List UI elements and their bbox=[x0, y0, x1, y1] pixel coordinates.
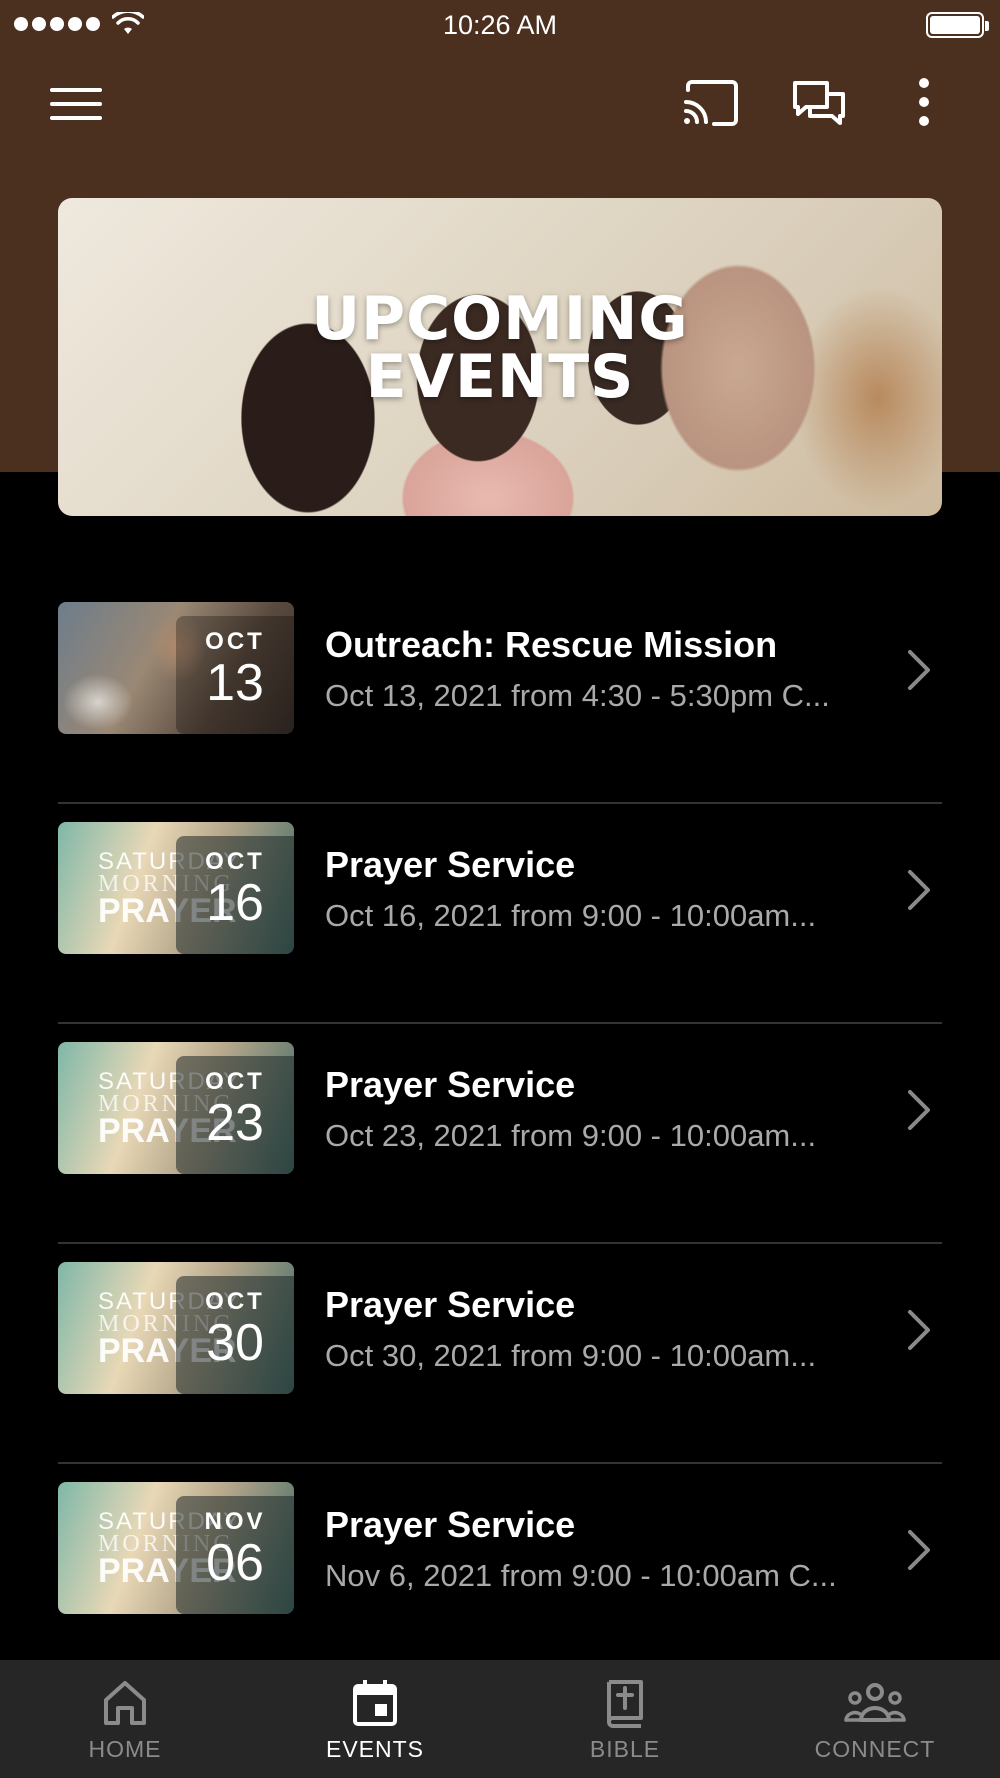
cast-button[interactable] bbox=[678, 76, 744, 130]
event-row[interactable]: SATURDAY MORNING PRAYER OCT 16 Prayer Se… bbox=[58, 804, 942, 1024]
banner-title-line2: EVENTS bbox=[365, 342, 635, 412]
date-day: 16 bbox=[206, 874, 264, 932]
chevron-right-icon bbox=[908, 1310, 930, 1350]
event-row[interactable]: SATURDAY MORNING PRAYER OCT 30 Prayer Se… bbox=[58, 1244, 942, 1464]
tab-events[interactable]: EVENTS bbox=[250, 1660, 500, 1778]
event-title: Prayer Service bbox=[325, 1284, 576, 1325]
date-month: OCT bbox=[205, 1288, 265, 1315]
chat-bubbles-icon bbox=[793, 81, 845, 125]
more-vertical-icon bbox=[919, 78, 929, 126]
battery-icon bbox=[926, 12, 989, 38]
event-row[interactable]: OCT 13 Outreach: Rescue Mission Oct 13, … bbox=[58, 584, 942, 804]
cast-icon bbox=[684, 80, 738, 126]
tab-label: CONNECT bbox=[814, 1736, 936, 1762]
event-title: Outreach: Rescue Mission bbox=[325, 624, 778, 665]
event-time: Oct 30, 2021 from 9:00 - 10:00am... bbox=[325, 1338, 817, 1373]
messages-button[interactable] bbox=[786, 76, 852, 130]
date-month: OCT bbox=[205, 848, 265, 875]
menu-button[interactable] bbox=[40, 78, 112, 130]
tab-home[interactable]: HOME bbox=[0, 1660, 250, 1778]
banner-title: UPCOMING EVENTS bbox=[58, 284, 942, 412]
date-day: 06 bbox=[206, 1534, 264, 1592]
home-icon bbox=[104, 1681, 146, 1725]
date-day: 23 bbox=[206, 1094, 264, 1152]
event-thumbnail: SATURDAY MORNING PRAYER OCT 30 bbox=[58, 1262, 294, 1394]
tab-connect[interactable]: CONNECT bbox=[750, 1660, 1000, 1778]
chevron-right-icon bbox=[908, 870, 930, 910]
event-title: Prayer Service bbox=[325, 844, 576, 885]
event-time: Oct 13, 2021 from 4:30 - 5:30pm C... bbox=[325, 678, 830, 713]
event-time: Oct 16, 2021 from 9:00 - 10:00am... bbox=[325, 898, 817, 933]
tab-label: EVENTS bbox=[325, 1736, 425, 1762]
date-badge: OCT 30 bbox=[176, 1276, 294, 1394]
events-list: OCT 13 Outreach: Rescue Mission Oct 13, … bbox=[58, 584, 942, 1684]
event-thumbnail: SATURDAY MORNING PRAYER NOV 06 bbox=[58, 1482, 294, 1614]
date-badge: OCT 16 bbox=[176, 836, 294, 954]
tab-label: HOME bbox=[88, 1736, 162, 1762]
date-badge: OCT 23 bbox=[176, 1056, 294, 1174]
event-time: Nov 6, 2021 from 9:00 - 10:00am C... bbox=[325, 1558, 837, 1593]
date-badge: OCT 13 bbox=[176, 616, 294, 734]
tab-bible[interactable]: BIBLE bbox=[500, 1660, 750, 1778]
status-bar: 10:26 AM bbox=[0, 0, 1000, 50]
banner-title-line1: UPCOMING bbox=[311, 284, 689, 354]
event-thumbnail: SATURDAY MORNING PRAYER OCT 23 bbox=[58, 1042, 294, 1174]
hamburger-menu-icon bbox=[50, 88, 102, 120]
date-month: NOV bbox=[204, 1508, 266, 1535]
event-thumbnail: SATURDAY MORNING PRAYER OCT 16 bbox=[58, 822, 294, 954]
tab-label: BIBLE bbox=[589, 1736, 661, 1762]
people-icon bbox=[844, 1683, 906, 1722]
date-badge: NOV 06 bbox=[176, 1496, 294, 1614]
status-time: 10:26 AM bbox=[442, 10, 558, 40]
bottom-tab-bar: HOME EVENTS BIBLE CONNECT bbox=[0, 1660, 1000, 1778]
chevron-right-icon bbox=[908, 650, 930, 690]
bible-icon bbox=[607, 1680, 643, 1728]
event-title: Prayer Service bbox=[325, 1064, 576, 1105]
upcoming-events-banner: UPCOMING EVENTS bbox=[58, 198, 942, 516]
chevron-right-icon bbox=[908, 1530, 930, 1570]
date-day: 13 bbox=[206, 654, 264, 712]
calendar-icon bbox=[353, 1680, 397, 1726]
event-time: Oct 23, 2021 from 9:00 - 10:00am... bbox=[325, 1118, 817, 1153]
event-row[interactable]: SATURDAY MORNING PRAYER OCT 23 Prayer Se… bbox=[58, 1024, 942, 1244]
more-options-button[interactable] bbox=[904, 72, 944, 132]
date-day: 30 bbox=[206, 1314, 264, 1372]
event-title: Prayer Service bbox=[325, 1504, 576, 1545]
event-thumbnail: OCT 13 bbox=[58, 602, 294, 734]
event-row[interactable]: SATURDAY MORNING PRAYER NOV 06 Prayer Se… bbox=[58, 1464, 942, 1684]
date-month: OCT bbox=[205, 1068, 265, 1095]
date-month: OCT bbox=[205, 628, 265, 655]
chevron-right-icon bbox=[908, 1090, 930, 1130]
